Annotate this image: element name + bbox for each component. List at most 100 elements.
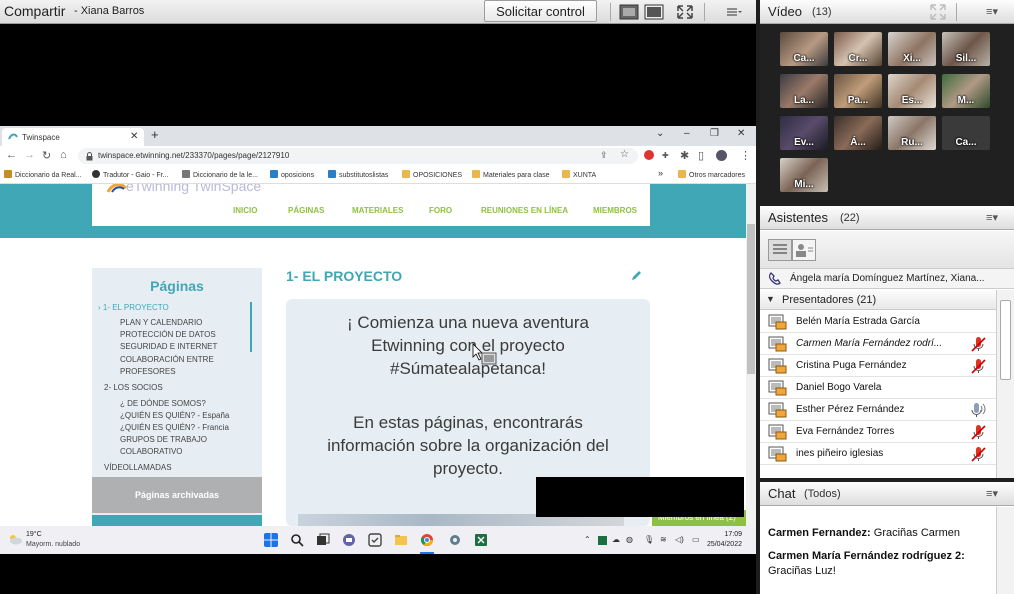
nav-reuniones[interactable]: REUNIONES EN LÍNEA xyxy=(481,206,568,215)
fullscreen-icon[interactable] xyxy=(930,4,946,20)
chrome-icon[interactable] xyxy=(420,533,434,547)
bookmark-folder[interactable]: OPOSICIONES xyxy=(402,170,462,179)
attendee-row[interactable]: Daniel Bogo Varela xyxy=(760,377,996,399)
video-tile[interactable]: Á... xyxy=(834,116,882,150)
mic-muted-icon[interactable] xyxy=(970,358,986,374)
nav-paginas[interactable]: PÁGINAS xyxy=(288,206,324,215)
sidebar-item[interactable]: ¿QUIÉN ES QUIÉN? - España xyxy=(120,410,229,422)
extensions-puzzle-icon[interactable]: ✱ xyxy=(680,149,689,162)
address-bar[interactable]: twinspace.etwinning.net/233370/pages/pag… xyxy=(78,148,638,164)
attendee-row[interactable]: Cristina Puga Fernández xyxy=(760,355,996,377)
fit-to-window-icon[interactable] xyxy=(617,1,641,23)
bookmark-folder[interactable]: Materiales para clase xyxy=(472,170,550,179)
window-close-icon[interactable]: ✕ xyxy=(737,128,745,139)
presenters-group-header[interactable]: ▼ Presentadores (21) xyxy=(760,290,996,310)
attendee-row[interactable]: Eva Fernández Torres xyxy=(760,421,996,443)
page-scrollbar-thumb[interactable] xyxy=(747,224,755,374)
pod-menu-icon[interactable]: ≡▾ xyxy=(986,211,998,224)
mic-muted-icon[interactable] xyxy=(970,336,986,352)
video-tile[interactable]: Ru... xyxy=(888,116,936,150)
browser-menu-icon[interactable]: ⋮ xyxy=(740,149,751,162)
tray-app-icon[interactable] xyxy=(598,536,607,545)
wifi-icon[interactable]: ≋ xyxy=(660,535,667,544)
sidebar-item[interactable]: ¿ DE DÓNDE SOMOS? xyxy=(120,398,206,410)
pod-menu-icon[interactable]: ≡▾ xyxy=(986,487,998,500)
collapse-triangle-icon[interactable]: ▼ xyxy=(766,294,775,304)
video-tile[interactable]: M... xyxy=(942,74,990,108)
restore-icon[interactable]: ❐ xyxy=(710,128,719,139)
attendee-row[interactable]: Belén María Estrada García xyxy=(760,311,996,333)
video-tile[interactable]: Pa... xyxy=(834,74,882,108)
sidebar-item[interactable]: 2- LOS SOCIOS xyxy=(104,382,163,394)
attendees-scrollbar[interactable] xyxy=(996,290,1014,478)
nav-inicio[interactable]: INICIO xyxy=(233,206,257,215)
clock-time[interactable]: 17:09 xyxy=(708,531,742,538)
nav-miembros[interactable]: MIEMBROS xyxy=(593,206,637,215)
mic-muted-icon[interactable] xyxy=(970,446,986,462)
bookmark-item[interactable]: Tradutor - Gaio - Fr... xyxy=(92,170,168,179)
sidebar-item[interactable]: ¿QUIÉN ES QUIÉN? - Francia xyxy=(120,422,229,434)
sidebar-item[interactable]: GRUPOS DE TRABAJO xyxy=(120,434,207,446)
bookmarks-overflow-icon[interactable]: » xyxy=(658,168,663,178)
microphone-icon[interactable]: 🎙 xyxy=(644,535,654,544)
search-icon[interactable] xyxy=(290,533,304,547)
volume-icon[interactable]: ◁) xyxy=(675,535,684,544)
nav-materiales[interactable]: MATERIALES xyxy=(352,206,403,215)
video-tile[interactable]: Mi... xyxy=(780,158,828,192)
mic-muted-icon[interactable] xyxy=(970,424,986,440)
sidebar-item[interactable]: VÍDEOLLAMADAS xyxy=(104,462,172,474)
clock-date[interactable]: 25/04/2022 xyxy=(704,541,742,548)
mic-active-icon[interactable] xyxy=(970,402,986,418)
tray-overflow-icon[interactable]: ⌃ xyxy=(584,535,591,544)
chat-scope[interactable]: (Todos) xyxy=(804,488,841,500)
minimize-icon[interactable]: – xyxy=(684,128,690,139)
bookmark-item[interactable]: oposicions xyxy=(270,170,314,179)
video-tile[interactable]: Ca... xyxy=(780,32,828,66)
other-bookmarks-folder[interactable]: Otros marcadores xyxy=(678,170,745,179)
attendee-row[interactable]: Esther Pérez Fernández xyxy=(760,399,996,421)
settings-gear-icon[interactable] xyxy=(448,533,462,547)
sidebar-item[interactable]: PROTECCIÓN DE DATOS xyxy=(120,329,216,341)
chat-scrollbar[interactable] xyxy=(996,507,1014,594)
nav-foro[interactable]: FORO xyxy=(429,206,452,215)
forward-icon[interactable]: → xyxy=(24,149,35,161)
fullscreen-icon[interactable] xyxy=(673,1,697,23)
request-control-button[interactable]: Solicitar control xyxy=(484,0,597,22)
bookmark-star-icon[interactable]: ☆ xyxy=(620,149,629,160)
video-tile[interactable]: Ev... xyxy=(780,116,828,150)
home-icon[interactable]: ⌂ xyxy=(60,149,67,161)
side-panel-icon[interactable]: ▯ xyxy=(698,149,704,162)
video-tile[interactable]: Ca... xyxy=(942,116,990,150)
actual-size-icon[interactable] xyxy=(642,1,666,23)
cloud-weather-icon[interactable] xyxy=(8,534,22,545)
pencil-edit-icon[interactable] xyxy=(630,270,642,282)
excel-icon[interactable] xyxy=(474,533,488,547)
snipping-tool-icon[interactable] xyxy=(368,533,382,547)
sidebar-item[interactable]: PLAN Y CALENDARIO xyxy=(120,317,202,329)
browser-tab[interactable]: Twinspace ✕ xyxy=(2,128,144,146)
teams-chat-icon[interactable] xyxy=(342,533,356,547)
sidebar-item[interactable]: COLABORACIÓN ENTRE xyxy=(120,354,214,366)
video-tile[interactable]: La... xyxy=(780,74,828,108)
back-icon[interactable]: ← xyxy=(6,149,17,161)
attendees-scrollbar-thumb[interactable] xyxy=(1000,300,1011,380)
video-tile[interactable]: Sil... xyxy=(942,32,990,66)
battery-icon[interactable]: ▭ xyxy=(692,535,700,544)
video-tile[interactable]: Xi... xyxy=(888,32,936,66)
sidebar-item-el-proyecto[interactable]: › 1- EL PROYECTO xyxy=(98,302,169,314)
bookmark-item[interactable]: Diccionario da Real... xyxy=(4,170,82,179)
reload-icon[interactable]: ↻ xyxy=(42,149,51,162)
windows-start-icon[interactable] xyxy=(264,533,278,547)
extension-abp-icon[interactable] xyxy=(644,150,654,160)
video-tile[interactable]: Es... xyxy=(888,74,936,108)
bookmark-item[interactable]: substitutoslistas xyxy=(328,170,388,179)
share-page-icon[interactable]: ⇪ xyxy=(600,150,608,161)
tray-app-icon[interactable]: ◍ xyxy=(626,535,633,544)
tab-search-icon[interactable]: ⌄ xyxy=(656,128,664,139)
sidebar-item[interactable]: PROFESORES xyxy=(120,366,176,378)
bookmark-item[interactable]: Diccionario de la le... xyxy=(182,170,258,179)
attendee-row[interactable]: ines piñeiro iglesias xyxy=(760,443,996,465)
bookmark-folder[interactable]: XUNTA xyxy=(562,170,596,179)
tab-close-icon[interactable]: ✕ xyxy=(130,131,138,142)
profile-avatar[interactable] xyxy=(716,150,727,161)
